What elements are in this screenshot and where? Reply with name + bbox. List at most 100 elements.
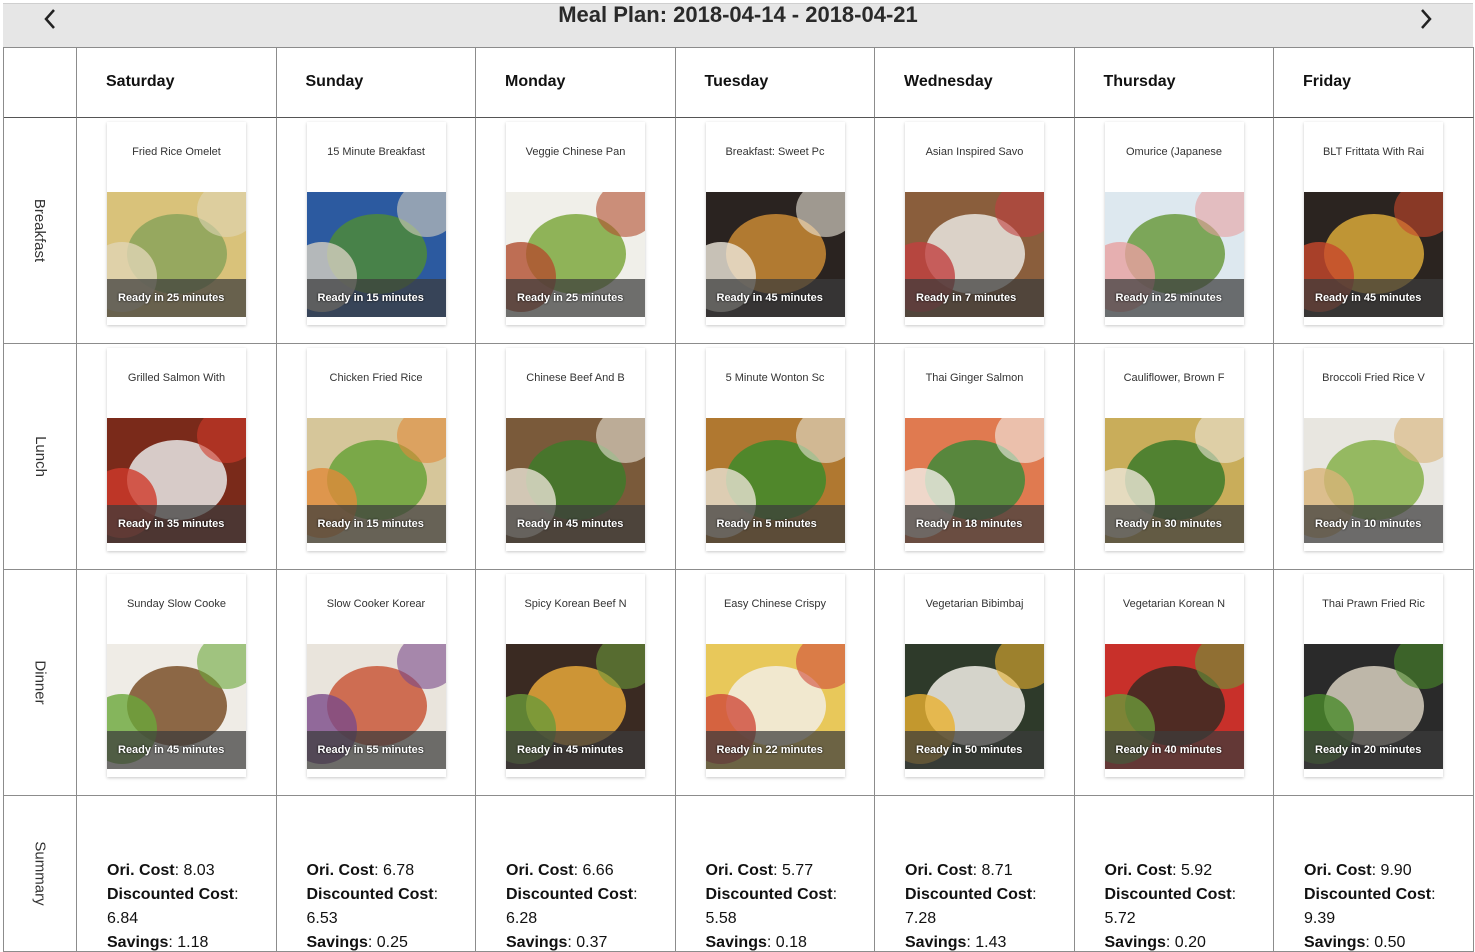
recipe-card[interactable]: Chinese Beef And B Ready in 45 minutes <box>506 348 645 551</box>
recipe-card[interactable]: Chicken Fried Rice Ready in 15 minutes <box>306 348 446 551</box>
ready-time-label: Ready in 40 minutes <box>1104 731 1244 769</box>
day-header-cell: Tuesday <box>675 47 875 118</box>
recipe-image[interactable]: Ready in 45 minutes <box>705 192 845 317</box>
meal-cell: 15 Minute Breakfast Ready in 15 minutes <box>276 118 476 344</box>
recipe-card[interactable]: Slow Cooker Korear Ready in 55 minutes <box>306 574 446 777</box>
recipe-card[interactable]: Easy Chinese Crispy Ready in 22 minutes <box>705 574 845 777</box>
recipe-title[interactable]: Thai Ginger Salmon <box>913 372 1036 384</box>
ready-time-label: Ready in 10 minutes <box>1304 505 1443 543</box>
day-header: Wednesday <box>904 73 993 90</box>
discounted-cost-value: 7.28 <box>905 910 937 927</box>
recipe-title[interactable]: Broccoli Fried Rice V <box>1312 372 1435 384</box>
recipe-image[interactable]: Ready in 45 minutes <box>506 418 645 543</box>
recipe-title[interactable]: Fried Rice Omelet <box>115 146 238 158</box>
original-cost: Ori. Cost: 8.71 <box>905 859 1037 883</box>
recipe-image[interactable]: Ready in 22 minutes <box>705 644 845 769</box>
meal-cell: Vegetarian Korean N Ready in 40 minutes <box>1074 570 1274 796</box>
recipe-card[interactable]: Omurice (Japanese Ready in 25 minutes <box>1104 122 1244 325</box>
original-cost: Ori. Cost: 6.66 <box>506 859 638 883</box>
recipe-title[interactable]: Chinese Beef And B <box>514 372 637 384</box>
ready-time-label: Ready in 15 minutes <box>306 279 446 317</box>
recipe-card[interactable]: Asian Inspired Savo Ready in 7 minutes <box>905 122 1044 325</box>
summary-cell: Ori. Cost: 9.90 Discounted Cost: 9.39 Savin… <box>1274 796 1474 952</box>
recipe-image[interactable]: Ready in 35 minutes <box>107 418 246 543</box>
cost-summary: Ori. Cost: 8.03 Discounted Cost: 6.84 Savin… <box>107 859 239 951</box>
ready-time-label: Ready in 45 minutes <box>1304 279 1443 317</box>
ready-time-label: Ready in 45 minutes <box>506 731 645 769</box>
savings-label: Savings <box>506 934 568 951</box>
recipe-image[interactable]: Ready in 20 minutes <box>1304 644 1443 769</box>
discounted-cost: Discounted Cost: <box>107 883 239 907</box>
next-week-button[interactable] <box>1411 4 1441 34</box>
discounted-cost: Discounted Cost: <box>905 883 1037 907</box>
corner-cell <box>4 47 77 118</box>
recipe-image[interactable]: Ready in 5 minutes <box>705 418 845 543</box>
recipe-image[interactable]: Ready in 55 minutes <box>306 644 446 769</box>
recipe-card[interactable]: Fried Rice Omelet Ready in 25 minutes <box>107 122 246 325</box>
recipe-title[interactable]: Vegetarian Korean N <box>1113 598 1236 610</box>
original-cost: Ori. Cost: 9.90 <box>1304 859 1436 883</box>
recipe-image[interactable]: Ready in 45 minutes <box>1304 192 1443 317</box>
recipe-card[interactable]: Thai Prawn Fried Ric Ready in 20 minutes <box>1304 574 1443 777</box>
recipe-image[interactable]: Ready in 25 minutes <box>1104 192 1244 317</box>
recipe-image[interactable]: Ready in 25 minutes <box>107 192 246 317</box>
recipe-card[interactable]: Broccoli Fried Rice V Ready in 10 minutes <box>1304 348 1443 551</box>
recipe-card[interactable]: Spicy Korean Beef N Ready in 45 minutes <box>506 574 645 777</box>
recipe-title[interactable]: Slow Cooker Korear <box>315 598 438 610</box>
recipe-image[interactable]: Ready in 7 minutes <box>905 192 1044 317</box>
ready-time-label: Ready in 45 minutes <box>107 731 246 769</box>
ready-time-label: Ready in 18 minutes <box>905 505 1044 543</box>
original-cost-label: Ori. Cost <box>905 862 973 879</box>
recipe-card[interactable]: BLT Frittata With Rai Ready in 45 minutes <box>1304 122 1443 325</box>
discounted-cost-value: 9.39 <box>1304 910 1336 927</box>
recipe-card[interactable]: Veggie Chinese Pan Ready in 25 minutes <box>506 122 645 325</box>
recipe-card[interactable]: Vegetarian Bibimbaj Ready in 50 minutes <box>905 574 1044 777</box>
recipe-card[interactable]: Vegetarian Korean N Ready in 40 minutes <box>1104 574 1244 777</box>
recipe-card[interactable]: 5 Minute Wonton Sc Ready in 5 minutes <box>705 348 845 551</box>
recipe-image[interactable]: Ready in 50 minutes <box>905 644 1044 769</box>
recipe-image[interactable]: Ready in 18 minutes <box>905 418 1044 543</box>
discounted-cost-label: Discounted Cost <box>306 886 434 903</box>
recipe-image[interactable]: Ready in 30 minutes <box>1104 418 1244 543</box>
recipe-title[interactable]: Thai Prawn Fried Ric <box>1312 598 1435 610</box>
ready-time-label: Ready in 25 minutes <box>107 279 246 317</box>
recipe-title[interactable]: Cauliflower, Brown F <box>1113 372 1236 384</box>
original-cost-value: : 8.03 <box>174 862 215 879</box>
meal-cell: Slow Cooker Korear Ready in 55 minutes <box>276 570 476 796</box>
recipe-title[interactable]: Grilled Salmon With <box>115 372 238 384</box>
recipe-image[interactable]: Ready in 15 minutes <box>306 418 446 543</box>
discounted-cost: Discounted Cost: <box>1105 883 1237 907</box>
recipe-image[interactable]: Ready in 15 minutes <box>306 192 446 317</box>
recipe-title[interactable]: Vegetarian Bibimbaj <box>913 598 1036 610</box>
ready-time-label: Ready in 45 minutes <box>506 505 645 543</box>
recipe-card[interactable]: Cauliflower, Brown F Ready in 30 minutes <box>1104 348 1244 551</box>
row-label-lunch: Lunch <box>31 436 49 477</box>
recipe-title[interactable]: Breakfast: Sweet Pc <box>714 146 837 158</box>
recipe-title[interactable]: Sunday Slow Cooke <box>115 598 238 610</box>
savings-value: : 1.18 <box>168 934 209 951</box>
recipe-card[interactable]: Grilled Salmon With Ready in 35 minutes <box>107 348 246 551</box>
recipe-image[interactable]: Ready in 40 minutes <box>1104 644 1244 769</box>
recipe-image[interactable]: Ready in 45 minutes <box>506 644 645 769</box>
header-bar: Meal Plan: 2018-04-14 - 2018-04-21 <box>3 3 1473 47</box>
recipe-title[interactable]: 5 Minute Wonton Sc <box>714 372 837 384</box>
recipe-card[interactable]: Thai Ginger Salmon Ready in 18 minutes <box>905 348 1044 551</box>
recipe-title[interactable]: Omurice (Japanese <box>1113 146 1236 158</box>
recipe-title[interactable]: Chicken Fried Rice <box>315 372 438 384</box>
meal-cell: Sunday Slow Cooke Ready in 45 minutes <box>77 570 277 796</box>
recipe-title[interactable]: Easy Chinese Crispy <box>714 598 837 610</box>
ready-time-label: Ready in 20 minutes <box>1304 731 1443 769</box>
recipe-title[interactable]: Asian Inspired Savo <box>913 146 1036 158</box>
recipe-image[interactable]: Ready in 45 minutes <box>107 644 246 769</box>
recipe-title[interactable]: Veggie Chinese Pan <box>514 146 637 158</box>
recipe-card[interactable]: Breakfast: Sweet Pc Ready in 45 minutes <box>705 122 845 325</box>
savings: Savings: 1.43 <box>905 931 1037 951</box>
recipe-title[interactable]: Spicy Korean Beef N <box>514 598 637 610</box>
recipe-image[interactable]: Ready in 10 minutes <box>1304 418 1443 543</box>
recipe-title[interactable]: BLT Frittata With Rai <box>1312 146 1435 158</box>
recipe-card[interactable]: 15 Minute Breakfast Ready in 15 minutes <box>306 122 446 325</box>
recipe-card[interactable]: Sunday Slow Cooke Ready in 45 minutes <box>107 574 246 777</box>
meal-cell: Cauliflower, Brown F Ready in 30 minutes <box>1074 344 1274 570</box>
recipe-title[interactable]: 15 Minute Breakfast <box>315 146 438 158</box>
recipe-image[interactable]: Ready in 25 minutes <box>506 192 645 317</box>
